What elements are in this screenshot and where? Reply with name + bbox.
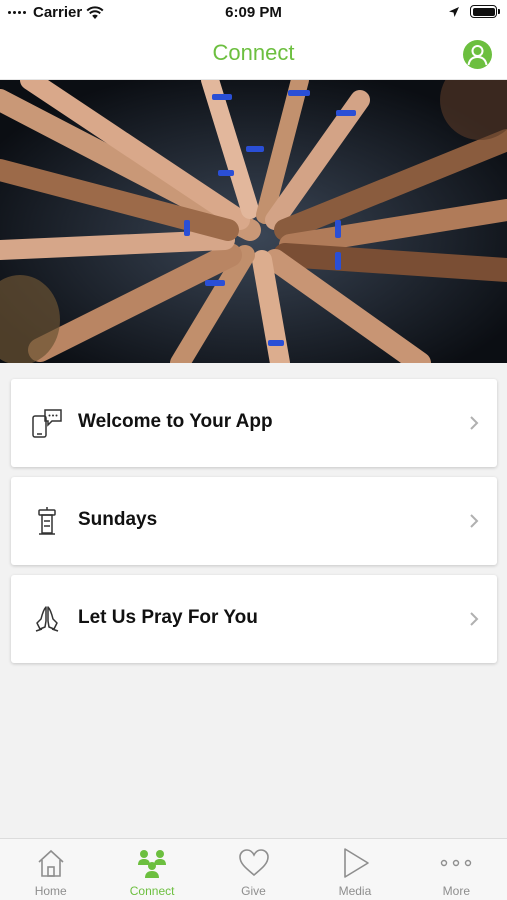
- tab-give[interactable]: Give: [203, 839, 304, 900]
- status-right: [448, 5, 500, 18]
- nav-bar: Connect: [0, 28, 507, 80]
- card-label: Welcome to Your App: [78, 411, 273, 432]
- tab-home[interactable]: Home: [0, 839, 101, 900]
- hands-together-photo: [0, 80, 507, 363]
- heart-icon: [238, 849, 269, 877]
- card-prayer[interactable]: Let Us Pray For You: [11, 575, 497, 663]
- hero-image: [0, 80, 507, 363]
- chevron-right-icon: [470, 416, 479, 430]
- tab-connect[interactable]: Connect: [101, 839, 202, 900]
- battery-icon: [470, 5, 500, 18]
- tab-bar: Home Connect Give Media More: [0, 838, 507, 900]
- tab-more[interactable]: More: [406, 839, 507, 900]
- podium-icon: [38, 507, 56, 535]
- people-icon: [138, 850, 167, 878]
- tab-label: Media: [338, 884, 372, 898]
- status-time: 6:09 PM: [225, 4, 282, 21]
- phone-chat-icon: [32, 409, 62, 438]
- more-dots-icon: [441, 859, 472, 867]
- tab-label: More: [442, 884, 470, 898]
- tab-media[interactable]: Media: [304, 839, 405, 900]
- praying-hands-icon: [35, 606, 59, 632]
- play-icon: [344, 848, 369, 878]
- card-label: Let Us Pray For You: [78, 607, 258, 628]
- status-bar: Carrier 6:09 PM: [0, 0, 507, 28]
- tab-label: Give: [241, 884, 266, 898]
- location-arrow-icon: [449, 6, 459, 17]
- chevron-right-icon: [470, 514, 479, 528]
- card-label: Sundays: [78, 509, 158, 530]
- card-sundays[interactable]: Sundays: [11, 477, 497, 565]
- chevron-right-icon: [470, 612, 479, 626]
- home-icon: [38, 849, 64, 877]
- tab-label: Home: [34, 884, 67, 898]
- profile-button[interactable]: [463, 40, 492, 69]
- card-welcome[interactable]: Welcome to Your App: [11, 379, 497, 467]
- person-icon: [467, 45, 488, 66]
- tab-label: Connect: [129, 884, 175, 898]
- page-title: Connect: [212, 40, 295, 65]
